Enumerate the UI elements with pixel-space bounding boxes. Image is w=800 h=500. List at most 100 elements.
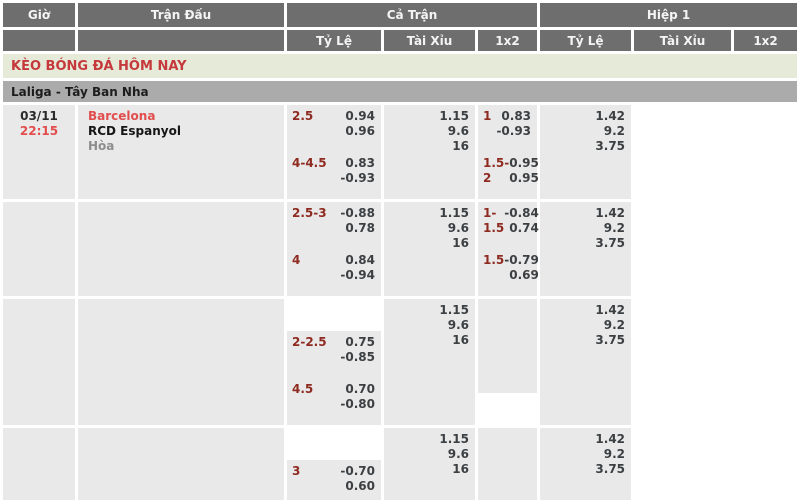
match-time-cell bbox=[3, 299, 75, 425]
odds-value-under[interactable]: -0.80 bbox=[340, 397, 375, 412]
h1-handicap-cell[interactable] bbox=[478, 428, 537, 475]
match-teams-cell[interactable] bbox=[78, 428, 284, 500]
odds-value-home[interactable]: 0.83 bbox=[496, 109, 531, 124]
odds-value-under[interactable]: 0.69 bbox=[504, 268, 539, 283]
odds-value-2[interactable]: 9.6 bbox=[384, 447, 469, 462]
h1-overunder-cell[interactable]: 1.5 -0.79 0.69 bbox=[478, 249, 537, 296]
odds-value-2[interactable]: 9.2 bbox=[540, 221, 625, 236]
odds-row: 2.5-3 -0.88 0.78 4 0.84 -0.94 1.15 9.6 1… bbox=[3, 202, 797, 296]
odds-value-x[interactable]: 16 bbox=[384, 462, 469, 477]
odds-value-over[interactable]: 0.70 bbox=[340, 382, 375, 397]
odds-value-under[interactable]: -0.93 bbox=[340, 171, 375, 186]
ft-overunder-cell[interactable]: 4 0.84 -0.94 bbox=[287, 249, 381, 296]
ft-handicap-cell[interactable]: 2.5 0.94 0.96 bbox=[287, 105, 381, 152]
ft-overunder-cell[interactable]: 4-4.5 0.83 -0.93 bbox=[287, 152, 381, 199]
odds-value-away[interactable]: -0.85 bbox=[340, 350, 375, 365]
odds-value-home[interactable]: -0.88 bbox=[340, 206, 375, 221]
odds-value-x[interactable]: 16 bbox=[384, 236, 469, 251]
odds-value-x[interactable]: 3.75 bbox=[540, 333, 625, 348]
odds-value-x[interactable]: 16 bbox=[384, 333, 469, 348]
odds-value-home[interactable]: 0.94 bbox=[345, 109, 375, 124]
odds-value-home[interactable]: 0.75 bbox=[340, 335, 375, 350]
odds-row: 2-2.5 0.75 -0.85 4.5 0.70 -0.80 1.15 9.6… bbox=[3, 299, 797, 425]
h1-1x2-cell[interactable]: 1.42 9.2 3.75 bbox=[540, 202, 631, 296]
odds-value-over[interactable]: 0.95 bbox=[509, 156, 539, 171]
match-teams-cell[interactable] bbox=[78, 299, 284, 425]
match-time-cell bbox=[3, 428, 75, 500]
h1-overunder-cell[interactable] bbox=[478, 346, 537, 393]
odds-value-2[interactable]: 9.6 bbox=[384, 221, 469, 236]
odds-value-1[interactable]: 1.15 bbox=[384, 303, 469, 318]
match-kickoff-time: 22:15 bbox=[3, 124, 75, 139]
handicap-line: 2-2.5 bbox=[287, 335, 327, 378]
odds-value-away[interactable]: 0.60 bbox=[340, 479, 375, 494]
odds-row: 3 -0.70 0.60 3.5-4 -0.78 0.68 1.15 9.6 1… bbox=[3, 428, 797, 500]
odds-value-away[interactable]: 0.96 bbox=[345, 124, 375, 139]
match-teams-cell[interactable]: Barcelona RCD Espanyol Hòa bbox=[78, 105, 284, 199]
odds-value-over[interactable]: 0.84 bbox=[340, 253, 375, 268]
col-header-time-spacer bbox=[3, 30, 75, 51]
overunder-line: 1.5 bbox=[478, 253, 504, 296]
match-teams-cell[interactable] bbox=[78, 202, 284, 296]
odds-value-away[interactable]: -0.93 bbox=[496, 124, 531, 139]
draw-label: Hòa bbox=[88, 139, 284, 154]
odds-value-over[interactable]: -0.79 bbox=[504, 253, 539, 268]
ft-handicap-cell[interactable]: 2.5-3 -0.88 0.78 bbox=[287, 202, 381, 249]
league-header: Laliga - Tây Ban Nha bbox=[3, 81, 797, 102]
col-header-match: Trận Đấu bbox=[78, 3, 284, 27]
ft-overunder-cell[interactable]: 4.5 0.70 -0.80 bbox=[287, 378, 381, 425]
h1-1x2-cell[interactable]: 1.42 9.2 3.75 bbox=[540, 105, 631, 199]
overunder-line: 1.5-2 bbox=[478, 156, 509, 199]
odds-row: 03/11 22:15 Barcelona RCD Espanyol Hòa 2… bbox=[3, 105, 797, 199]
odds-value-1[interactable]: 1.42 bbox=[540, 109, 625, 124]
handicap-line: 3 bbox=[287, 464, 300, 500]
odds-value-2[interactable]: 9.6 bbox=[384, 124, 469, 139]
col-header-match-spacer bbox=[78, 30, 284, 51]
odds-value-2[interactable]: 9.2 bbox=[540, 447, 625, 462]
odds-value-1[interactable]: 1.42 bbox=[540, 303, 625, 318]
h1-overunder-cell[interactable]: 1.5-2 0.95 0.95 bbox=[478, 152, 537, 199]
col-header-h1-handicap: Tỷ Lệ bbox=[540, 30, 631, 51]
odds-value-under[interactable]: -0.94 bbox=[340, 268, 375, 283]
odds-value-1[interactable]: 1.15 bbox=[384, 206, 469, 221]
home-team-name[interactable]: Barcelona bbox=[88, 109, 284, 124]
odds-value-x[interactable]: 3.75 bbox=[540, 236, 625, 251]
odds-value-x[interactable]: 16 bbox=[384, 139, 469, 154]
ft-1x2-cell[interactable]: 1.15 9.6 16 bbox=[384, 105, 475, 199]
match-date: 03/11 bbox=[3, 109, 75, 124]
odds-value-1[interactable]: 1.15 bbox=[384, 432, 469, 447]
col-header-h1-1x2: 1x2 bbox=[734, 30, 797, 51]
odds-value-1[interactable]: 1.15 bbox=[384, 109, 469, 124]
ft-1x2-cell[interactable]: 1.15 9.6 16 bbox=[384, 428, 475, 500]
odds-value-away[interactable]: 0.74 bbox=[504, 221, 539, 236]
odds-rows-container: KÈO BÓNG ĐÁ HÔM NAY Laliga - Tây Ban Nha… bbox=[3, 54, 797, 500]
handicap-line: 2.5 bbox=[287, 109, 313, 152]
match-time-cell bbox=[3, 202, 75, 296]
odds-value-1[interactable]: 1.42 bbox=[540, 432, 625, 447]
odds-value-away[interactable]: 0.78 bbox=[340, 221, 375, 236]
odds-value-1[interactable]: 1.42 bbox=[540, 206, 625, 221]
col-header-ft-overunder: Tài Xỉu bbox=[384, 30, 475, 51]
ft-1x2-cell[interactable]: 1.15 9.6 16 bbox=[384, 299, 475, 425]
h1-overunder-cell[interactable] bbox=[478, 475, 537, 500]
h1-1x2-cell[interactable]: 1.42 9.2 3.75 bbox=[540, 428, 631, 500]
odds-value-home[interactable]: -0.84 bbox=[504, 206, 539, 221]
h1-handicap-cell[interactable] bbox=[478, 299, 537, 346]
odds-value-home[interactable]: -0.70 bbox=[340, 464, 375, 479]
odds-value-2[interactable]: 9.2 bbox=[540, 124, 625, 139]
odds-value-2[interactable]: 9.6 bbox=[384, 318, 469, 333]
overunder-line bbox=[478, 479, 483, 500]
odds-value-under[interactable]: 0.95 bbox=[509, 171, 539, 186]
h1-handicap-cell[interactable]: 1-1.5 -0.84 0.74 bbox=[478, 202, 537, 249]
odds-value-x[interactable]: 3.75 bbox=[540, 139, 625, 154]
ft-handicap-cell[interactable]: 3 -0.70 0.60 bbox=[287, 460, 381, 500]
away-team-name[interactable]: RCD Espanyol bbox=[88, 124, 284, 139]
odds-value-x[interactable]: 3.75 bbox=[540, 462, 625, 477]
ft-handicap-cell[interactable]: 2-2.5 0.75 -0.85 bbox=[287, 331, 381, 378]
today-odds-title: KÈO BÓNG ĐÁ HÔM NAY bbox=[3, 54, 797, 78]
ft-1x2-cell[interactable]: 1.15 9.6 16 bbox=[384, 202, 475, 296]
odds-value-over[interactable]: 0.83 bbox=[340, 156, 375, 171]
h1-1x2-cell[interactable]: 1.42 9.2 3.75 bbox=[540, 299, 631, 425]
odds-value-2[interactable]: 9.2 bbox=[540, 318, 625, 333]
h1-handicap-cell[interactable]: 1 0.83 -0.93 bbox=[478, 105, 537, 152]
